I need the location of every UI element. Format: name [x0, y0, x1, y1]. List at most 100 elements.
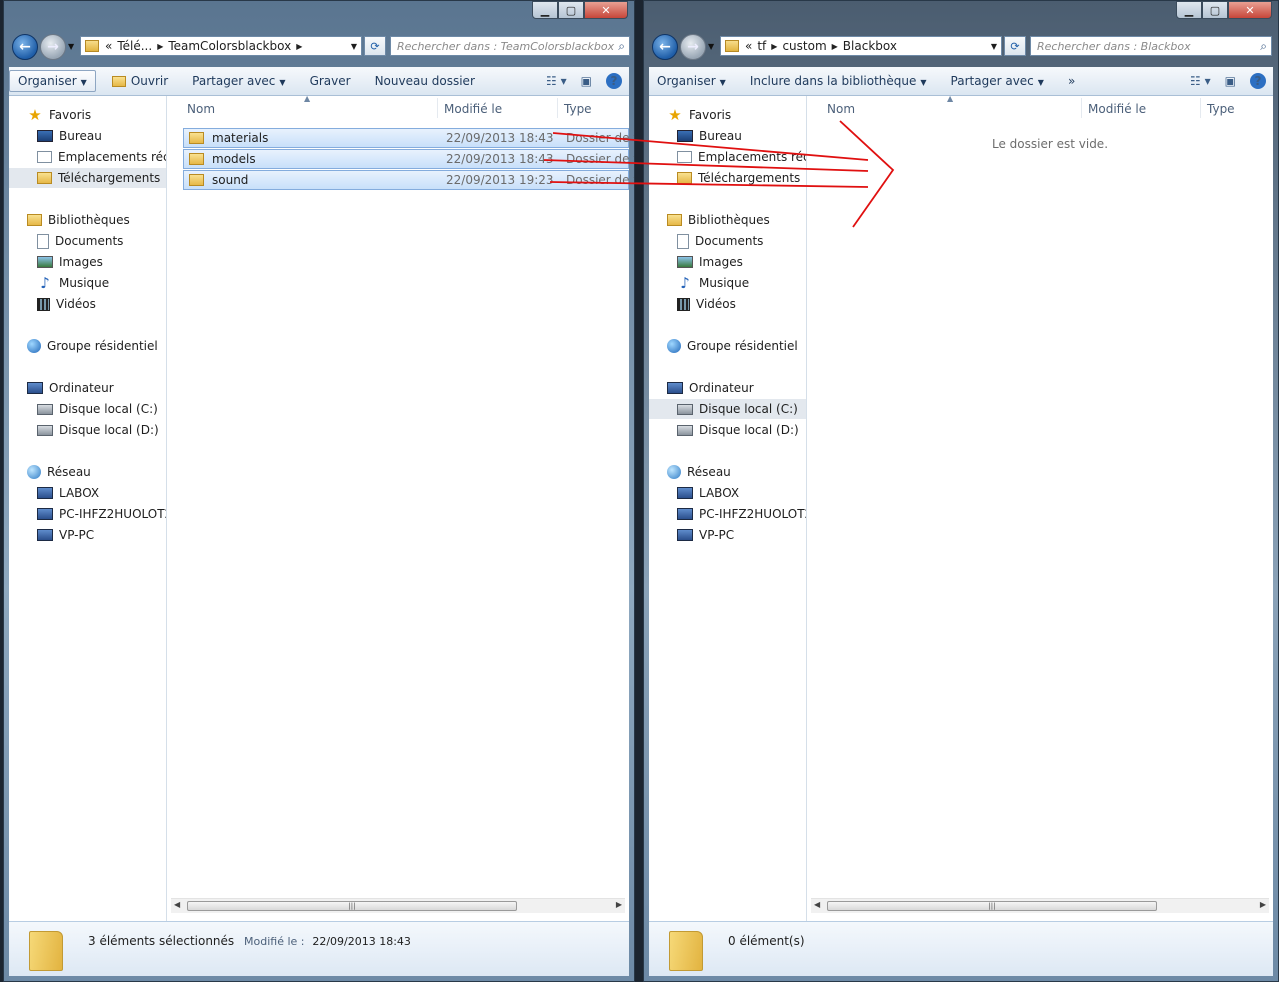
search-icon[interactable]: ⌕ [1260, 39, 1267, 54]
recent-pages-dropdown[interactable]: ▼ [68, 42, 74, 51]
scroll-right-icon[interactable]: ▶ [616, 900, 622, 909]
nav-favorites[interactable]: ★ Favoris [649, 105, 806, 125]
breadcrumb-item[interactable]: Télé... [117, 39, 152, 53]
address-overflow[interactable]: « [745, 39, 752, 53]
horizontal-scrollbar[interactable]: ◀ ||| ▶ [811, 898, 1269, 913]
column-type[interactable]: Type [1207, 102, 1235, 116]
chevron-right-icon[interactable]: ▶ [157, 42, 163, 51]
column-modified[interactable]: Modifié le [444, 102, 502, 116]
back-button[interactable]: ← [12, 34, 38, 60]
nav-libraries[interactable]: Bibliothèques [9, 210, 166, 230]
search-icon[interactable]: ⌕ [618, 39, 625, 54]
address-bar[interactable]: « tf ▶ custom ▶ Blackbox ▼ [720, 36, 1002, 56]
nav-downloads[interactable]: Téléchargements [9, 168, 166, 188]
nav-drive-d[interactable]: Disque local (D:) [649, 420, 806, 440]
forward-button[interactable]: → [680, 34, 706, 60]
nav-homegroup[interactable]: Groupe résidentiel [9, 336, 166, 356]
preview-pane-icon[interactable]: ▣ [1225, 74, 1236, 88]
include-in-library-button[interactable]: Inclure dans la bibliothèque ▼ [742, 71, 935, 91]
nav-images[interactable]: Images [9, 252, 166, 272]
help-icon[interactable]: ? [606, 73, 622, 89]
chevron-right-icon[interactable]: ▶ [296, 42, 302, 51]
horizontal-scrollbar[interactable]: ◀ ||| ▶ [171, 898, 625, 913]
maximize-button[interactable]: ▢ [558, 1, 584, 19]
scroll-left-icon[interactable]: ◀ [174, 900, 180, 909]
column-divider [557, 98, 558, 118]
column-modified[interactable]: Modifié le [1088, 102, 1146, 116]
nav-desktop[interactable]: Bureau [9, 126, 166, 146]
nav-music[interactable]: ♪ Musique [649, 273, 806, 293]
nav-computer[interactable]: Ordinateur [9, 378, 166, 398]
chevron-right-icon[interactable]: ▶ [771, 42, 777, 51]
nav-music[interactable]: ♪ Musique [9, 273, 166, 293]
nav-drive-c[interactable]: Disque local (C:) [649, 399, 806, 419]
refresh-button[interactable]: ⟳ [364, 36, 386, 56]
open-button[interactable]: Ouvrir [104, 71, 176, 91]
nav-computer[interactable]: Ordinateur [649, 378, 806, 398]
nav-documents[interactable]: Documents [649, 231, 806, 251]
maximize-button[interactable]: ▢ [1202, 1, 1228, 19]
more-commands-button[interactable]: » [1060, 71, 1083, 91]
address-overflow[interactable]: « [105, 39, 112, 53]
recent-pages-dropdown[interactable]: ▼ [708, 42, 714, 51]
scrollbar-thumb[interactable]: ||| [187, 901, 517, 911]
minimize-button[interactable]: ▁ [1176, 1, 1202, 19]
forward-button[interactable]: → [40, 34, 66, 60]
minimize-button[interactable]: ▁ [532, 1, 558, 19]
share-button[interactable]: Partager avec ▼ [184, 71, 293, 91]
view-options-icon[interactable]: ☷ ▾ [1190, 74, 1211, 88]
chevron-down-icon[interactable]: ▼ [351, 42, 357, 51]
nav-videos[interactable]: Vidéos [649, 294, 806, 314]
nav-homegroup[interactable]: Groupe résidentiel [649, 336, 806, 356]
column-type[interactable]: Type [564, 102, 592, 116]
column-name[interactable]: Nom [827, 102, 855, 116]
nav-favorites[interactable]: ★ Favoris [9, 105, 166, 125]
nav-drive-c[interactable]: Disque local (C:) [9, 399, 166, 419]
organise-button[interactable]: Organiser ▼ [9, 70, 96, 92]
search-input[interactable]: Rechercher dans : Blackbox ⌕ [1030, 36, 1272, 56]
view-options-icon[interactable]: ☷ ▾ [546, 74, 567, 88]
nav-videos[interactable]: Vidéos [9, 294, 166, 314]
column-name[interactable]: Nom [187, 102, 215, 116]
nav-images[interactable]: Images [649, 252, 806, 272]
close-button[interactable]: ✕ [584, 1, 628, 19]
breadcrumb-item[interactable]: Blackbox [843, 39, 897, 53]
nav-drive-d[interactable]: Disque local (D:) [9, 420, 166, 440]
nav-libraries[interactable]: Bibliothèques [649, 210, 806, 230]
scroll-left-icon[interactable]: ◀ [814, 900, 820, 909]
nav-network-item[interactable]: LABOX [649, 483, 806, 503]
breadcrumb-item[interactable]: custom [782, 39, 826, 53]
nav-network-item[interactable]: PC-IHFZ2HUOLOT2 [9, 504, 166, 524]
search-input[interactable]: Rechercher dans : TeamColorsblackbox ⌕ [390, 36, 630, 56]
chevron-right-icon[interactable]: ▶ [832, 42, 838, 51]
preview-pane-icon[interactable]: ▣ [581, 74, 592, 88]
nav-network-item[interactable]: PC-IHFZ2HUOLOT2 [649, 504, 806, 524]
scrollbar-thumb[interactable]: ||| [827, 901, 1157, 911]
nav-recent-places[interactable]: Emplacements récents [9, 147, 166, 167]
new-folder-button[interactable]: Nouveau dossier [367, 71, 483, 91]
breadcrumb-item[interactable]: TeamColorsblackbox [168, 39, 291, 53]
close-button[interactable]: ✕ [1228, 1, 1272, 19]
address-bar[interactable]: « Télé... ▶ TeamColorsblackbox ▶ ▼ [80, 36, 362, 56]
share-button[interactable]: Partager avec ▼ [943, 71, 1052, 91]
nav-recent-places[interactable]: Emplacements récents [649, 147, 806, 167]
nav-network-item[interactable]: VP-PC [649, 525, 806, 545]
burn-button[interactable]: Graver [302, 71, 359, 91]
nav-network[interactable]: Réseau [9, 462, 166, 482]
file-row[interactable]: sound 22/09/2013 19:23 Dossier de fichie… [183, 170, 634, 190]
nav-network-item[interactable]: LABOX [9, 483, 166, 503]
file-row[interactable]: materials 22/09/2013 18:43 Dossier de fi… [183, 128, 634, 148]
nav-network[interactable]: Réseau [649, 462, 806, 482]
breadcrumb-item[interactable]: tf [757, 39, 766, 53]
organise-button[interactable]: Organiser ▼ [649, 71, 734, 91]
help-icon[interactable]: ? [1250, 73, 1266, 89]
file-row[interactable]: models 22/09/2013 18:43 Dossier de fichi… [183, 149, 634, 169]
back-button[interactable]: ← [652, 34, 678, 60]
nav-documents[interactable]: Documents [9, 231, 166, 251]
nav-network-item[interactable]: VP-PC [9, 525, 166, 545]
nav-downloads[interactable]: Téléchargements [649, 168, 806, 188]
nav-desktop[interactable]: Bureau [649, 126, 806, 146]
scroll-right-icon[interactable]: ▶ [1260, 900, 1266, 909]
refresh-button[interactable]: ⟳ [1004, 36, 1026, 56]
chevron-down-icon[interactable]: ▼ [991, 42, 997, 51]
